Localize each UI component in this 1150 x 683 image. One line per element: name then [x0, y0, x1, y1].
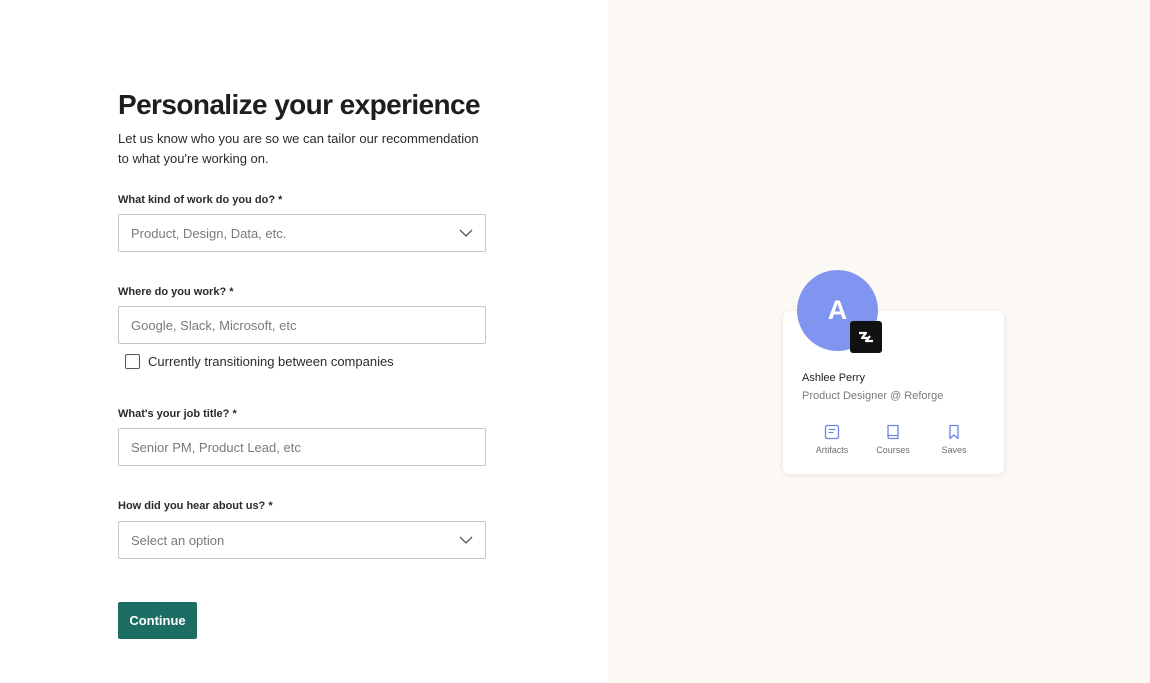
transitioning-checkbox[interactable]: [125, 354, 140, 369]
transitioning-label: Currently transitioning between companie…: [148, 354, 394, 369]
personalize-form: Personalize your experience Let us know …: [118, 88, 486, 169]
job-title-input[interactable]: Senior PM, Product Lead, etc: [118, 428, 486, 466]
page-title: Personalize your experience: [118, 89, 481, 120]
page-subtitle: Let us know who you are so we can tailor…: [118, 131, 479, 166]
hear-about-placeholder: Select an option: [131, 532, 225, 548]
work-kind-select[interactable]: Product, Design, Data, etc.: [118, 214, 486, 252]
workplace-input[interactable]: Google, Slack, Microsoft, etc: [118, 306, 486, 344]
artifacts-action: Artifacts: [802, 423, 862, 455]
saves-label: Saves: [941, 445, 967, 455]
bookmark-icon: [949, 424, 959, 440]
chevron-down-icon: [459, 229, 473, 237]
continue-button[interactable]: Continue: [118, 602, 197, 639]
workplace-placeholder: Google, Slack, Microsoft, etc: [131, 317, 297, 333]
courses-icon: [887, 424, 899, 440]
transitioning-checkbox-row[interactable]: Currently transitioning between companie…: [125, 354, 394, 369]
job-title-label: What's your job title? *: [118, 408, 237, 420]
profile-name: Ashlee Perry: [802, 372, 865, 384]
job-title-placeholder: Senior PM, Product Lead, etc: [131, 439, 301, 455]
profile-role: Product Designer @ Reforge: [802, 390, 944, 402]
chevron-down-icon: [459, 536, 473, 544]
workplace-label: Where do you work? *: [118, 286, 234, 298]
hear-about-label: How did you hear about us? *: [118, 500, 273, 512]
work-kind-placeholder: Product, Design, Data, etc.: [131, 225, 287, 241]
work-kind-label: What kind of work do you do? *: [118, 194, 283, 206]
artifacts-icon: [824, 424, 840, 440]
courses-label: Courses: [876, 445, 910, 455]
reforge-logo-icon: [850, 321, 882, 353]
hear-about-select[interactable]: Select an option: [118, 521, 486, 559]
artifacts-label: Artifacts: [815, 445, 849, 455]
saves-action: Saves: [924, 423, 984, 455]
courses-action: Courses: [863, 423, 923, 455]
